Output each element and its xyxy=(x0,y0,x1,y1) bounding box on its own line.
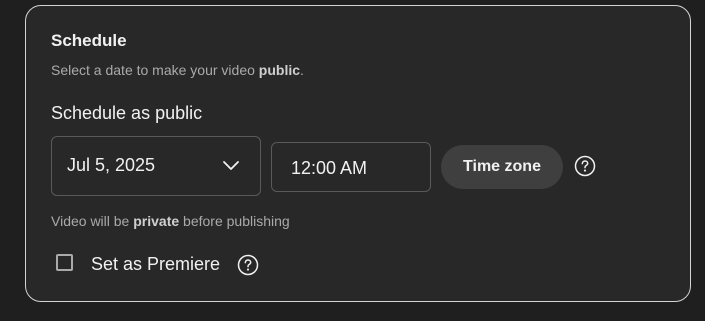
time-value: 12:00 AM xyxy=(291,158,368,178)
help-circle-icon[interactable] xyxy=(574,155,596,177)
subtitle-prefix: Select a date to make your video xyxy=(51,62,259,78)
note-bold: private xyxy=(133,213,180,229)
time-zone-button[interactable]: Time zone xyxy=(441,145,563,189)
time-input[interactable]: 12:00 AM xyxy=(271,142,431,192)
schedule-card: Schedule Select a date to make your vide… xyxy=(25,5,691,302)
schedule-as-public-label: Schedule as public xyxy=(51,103,203,123)
premiere-label: Set as Premiere xyxy=(91,254,221,274)
subtitle-bold: public xyxy=(258,62,301,78)
privacy-note: Video will be private before publishing xyxy=(51,213,290,229)
help-circle-icon[interactable] xyxy=(237,254,259,276)
date-value: Jul 5, 2025 xyxy=(67,155,156,175)
chevron-down-icon xyxy=(223,161,239,170)
note-suffix: before publishing xyxy=(179,213,290,229)
schedule-subtitle: Select a date to make your video public. xyxy=(51,62,304,78)
date-dropdown[interactable]: Jul 5, 2025 xyxy=(51,136,261,196)
note-prefix: Video will be xyxy=(51,213,134,229)
subtitle-suffix: . xyxy=(300,62,304,78)
premiere-checkbox[interactable] xyxy=(56,254,73,271)
schedule-title: Schedule xyxy=(51,31,127,50)
